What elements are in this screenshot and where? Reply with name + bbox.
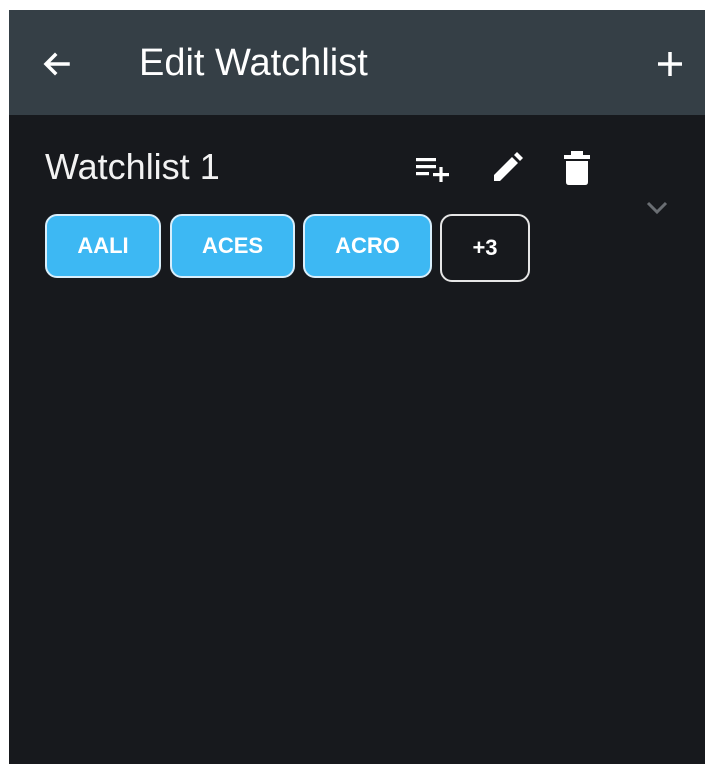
playlist-add-icon [416, 158, 449, 182]
app-bar: Edit Watchlist [9, 10, 705, 115]
trash-icon [564, 151, 590, 185]
add-symbol-button[interactable] [411, 146, 455, 190]
back-button[interactable] [37, 44, 77, 84]
delete-watchlist-button[interactable] [555, 146, 599, 190]
page-title: Edit Watchlist [139, 42, 368, 84]
symbol-chip[interactable]: ACRO [303, 214, 432, 278]
symbol-chip[interactable]: AALI [45, 214, 161, 278]
edit-watchlist-button[interactable] [485, 146, 529, 190]
expand-button[interactable] [641, 192, 673, 224]
add-watchlist-button[interactable] [650, 44, 690, 84]
chevron-down-icon [646, 201, 668, 215]
arrow-left-icon [43, 52, 70, 76]
symbol-chip[interactable]: ACES [170, 214, 295, 278]
pencil-icon [494, 152, 523, 181]
watchlist-name: Watchlist 1 [45, 146, 220, 187]
app-screen: Edit Watchlist Watchlist 1 AALI ACES ACR… [9, 10, 705, 764]
plus-icon [658, 52, 682, 76]
more-symbols-chip[interactable]: +3 [440, 214, 530, 282]
